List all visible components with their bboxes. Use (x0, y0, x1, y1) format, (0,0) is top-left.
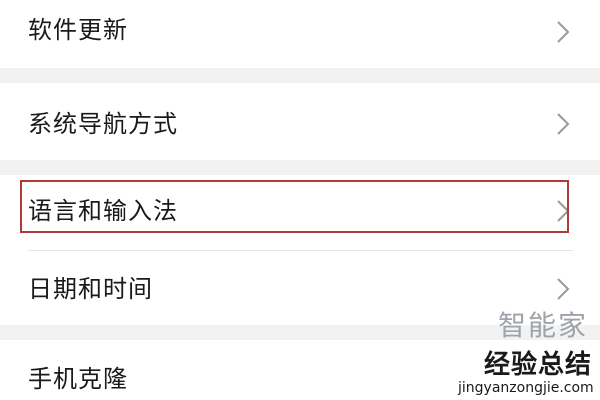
watermark-logo: 智能家 (498, 309, 589, 342)
settings-item-label: 软件更新 (28, 16, 128, 44)
section-gap (0, 68, 600, 83)
section-gap (0, 160, 600, 175)
chevron-right-icon (554, 18, 572, 46)
settings-item-label: 手机克隆 (28, 365, 128, 393)
settings-item-label: 系统导航方式 (28, 110, 178, 138)
settings-item-system-navigation[interactable]: 系统导航方式 (0, 83, 600, 160)
highlight-box (20, 180, 569, 233)
settings-item-label: 日期和时间 (28, 275, 153, 303)
watermark: 智能家 经验总结 jingyanzongjie.com (458, 304, 596, 398)
watermark-url: jingyanzongjie.com (458, 380, 594, 396)
settings-item-software-update[interactable]: 软件更新 (0, 0, 600, 68)
watermark-title: 经验总结 (484, 350, 593, 380)
chevron-right-icon (554, 110, 572, 138)
chevron-right-icon (554, 275, 572, 303)
